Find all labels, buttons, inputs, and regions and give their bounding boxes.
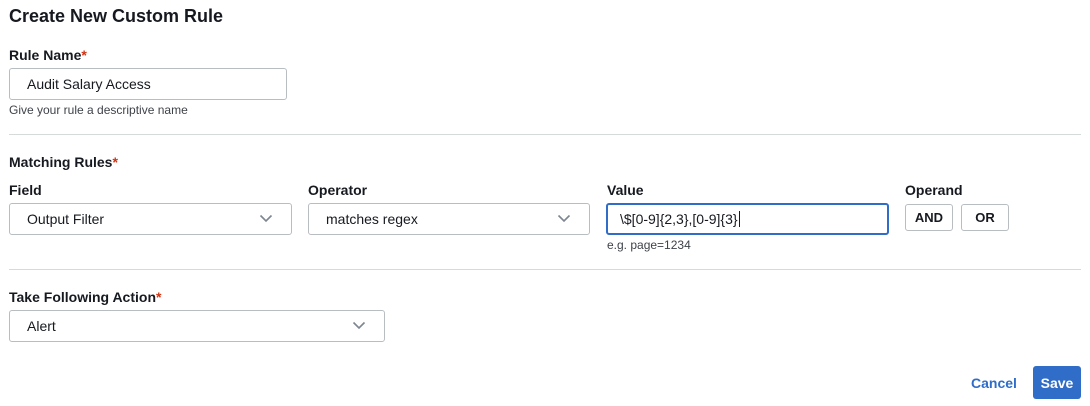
action-select-value: Alert (27, 318, 56, 334)
operand-label: Operand (905, 182, 963, 198)
matching-rules-label: Matching Rules* (9, 154, 118, 170)
required-mark: * (81, 47, 87, 63)
action-select[interactable]: Alert (9, 310, 385, 342)
value-label: Value (607, 182, 644, 198)
action-label: Take Following Action* (9, 289, 161, 305)
required-mark: * (156, 289, 162, 305)
section-divider (9, 134, 1081, 135)
operator-select-value: matches regex (326, 211, 418, 227)
or-button[interactable]: OR (961, 204, 1009, 231)
field-select-value: Output Filter (27, 211, 105, 227)
chevron-down-icon (557, 214, 571, 223)
save-button[interactable]: Save (1033, 366, 1081, 399)
text-cursor (738, 211, 740, 227)
operator-select[interactable]: matches regex (308, 203, 590, 235)
rule-name-input[interactable]: Audit Salary Access (9, 68, 287, 100)
value-input-value: \$[0-9]{2,3},[0-9]{3} (620, 211, 738, 227)
rule-name-label-text: Rule Name (9, 47, 82, 63)
rule-name-input-value: Audit Salary Access (27, 76, 151, 92)
field-label: Field (9, 182, 42, 198)
action-label-text: Take Following Action (9, 289, 156, 305)
operator-label: Operator (308, 182, 368, 198)
and-button[interactable]: AND (905, 204, 953, 231)
matching-rules-label-text: Matching Rules (9, 154, 113, 170)
field-select[interactable]: Output Filter (9, 203, 292, 235)
chevron-down-icon (352, 321, 366, 330)
section-divider (9, 269, 1081, 270)
rule-name-hint: Give your rule a descriptive name (9, 103, 188, 117)
create-custom-rule-dialog: Create New Custom Rule Rule Name* Audit … (0, 0, 1090, 406)
rule-name-label: Rule Name* (9, 47, 87, 63)
chevron-down-icon (259, 214, 273, 223)
required-mark: * (112, 154, 118, 170)
cancel-button[interactable]: Cancel (965, 366, 1023, 400)
value-hint: e.g. page=1234 (607, 238, 691, 252)
dialog-title: Create New Custom Rule (9, 6, 224, 26)
value-input[interactable]: \$[0-9]{2,3},[0-9]{3} (606, 203, 889, 235)
